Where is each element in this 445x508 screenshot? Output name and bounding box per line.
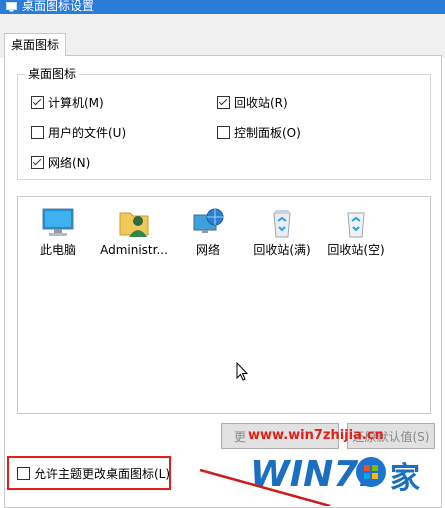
checkbox-box[interactable]	[217, 126, 230, 139]
tab-strip	[0, 14, 445, 58]
checkbox-recycle-bin[interactable]: 回收站(R)	[217, 95, 288, 111]
icon-label: 此电脑	[39, 243, 76, 257]
checkbox-box[interactable]	[217, 96, 230, 109]
icon-label: 网络	[195, 243, 220, 257]
checkbox-label: 计算机(M)	[48, 96, 104, 110]
icon-label: 回收站(满)	[253, 243, 311, 257]
change-icon-button-label: 更	[234, 430, 247, 444]
recycle-bin-full-icon	[273, 210, 291, 238]
checkbox-allow-themes[interactable]: 允许主题更改桌面图标(L)	[17, 466, 170, 482]
computer-icon	[42, 208, 74, 236]
network-icon	[193, 208, 224, 233]
recycle-bin-empty-icon	[347, 212, 365, 238]
checkbox-network[interactable]: 网络(N)	[31, 155, 90, 171]
checkbox-box[interactable]	[31, 96, 44, 109]
checkbox-label: 允许主题更改桌面图标(L)	[34, 467, 171, 481]
checkbox-box[interactable]	[31, 126, 44, 139]
icon-item-this-pc[interactable]: 此电脑	[20, 207, 96, 257]
checkbox-box[interactable]	[31, 156, 44, 169]
title-bar: 桌面图标设置	[0, 0, 445, 14]
checkbox-user-files[interactable]: 用户的文件(U)	[31, 125, 126, 141]
tab-desktop-icons[interactable]: 桌面图标	[4, 33, 66, 56]
win7-logo: WIN7. 家	[250, 453, 421, 497]
svg-text:家: 家	[390, 461, 420, 496]
checkbox-computer[interactable]: 计算机(M)	[31, 95, 104, 111]
mouse-cursor-icon	[236, 362, 249, 381]
icon-label: 回收站(空)	[327, 243, 385, 257]
checkbox-label: 用户的文件(U)	[48, 126, 127, 140]
icon-item-recycle-bin-empty[interactable]: 回收站(空)	[318, 207, 394, 257]
checkbox-label: 网络(N)	[48, 156, 91, 170]
user-folder-icon	[119, 212, 149, 237]
icon-label: Administr...	[100, 243, 168, 257]
icon-item-network[interactable]: 网络	[170, 207, 246, 257]
icon-item-recycle-bin-full[interactable]: 回收站(满)	[244, 207, 320, 257]
desktop-settings-icon	[6, 2, 17, 12]
watermark-url: www.win7zhijia.cn	[248, 428, 384, 443]
window-title: 桌面图标设置	[22, 0, 95, 13]
icon-item-user-files[interactable]: Administr...	[96, 207, 172, 257]
checkbox-box[interactable]	[17, 467, 30, 480]
icon-list[interactable]: 此电脑 Administr... 网络 回收站(满) 回收站(空)	[17, 196, 431, 414]
checkbox-label: 回收站(R)	[234, 96, 288, 110]
checkbox-control-panel[interactable]: 控制面板(O)	[217, 125, 301, 141]
groupbox-legend: 桌面图标	[25, 67, 80, 81]
checkbox-label: 控制面板(O)	[234, 126, 301, 140]
svg-text:WIN7.: WIN7.	[250, 454, 372, 495]
